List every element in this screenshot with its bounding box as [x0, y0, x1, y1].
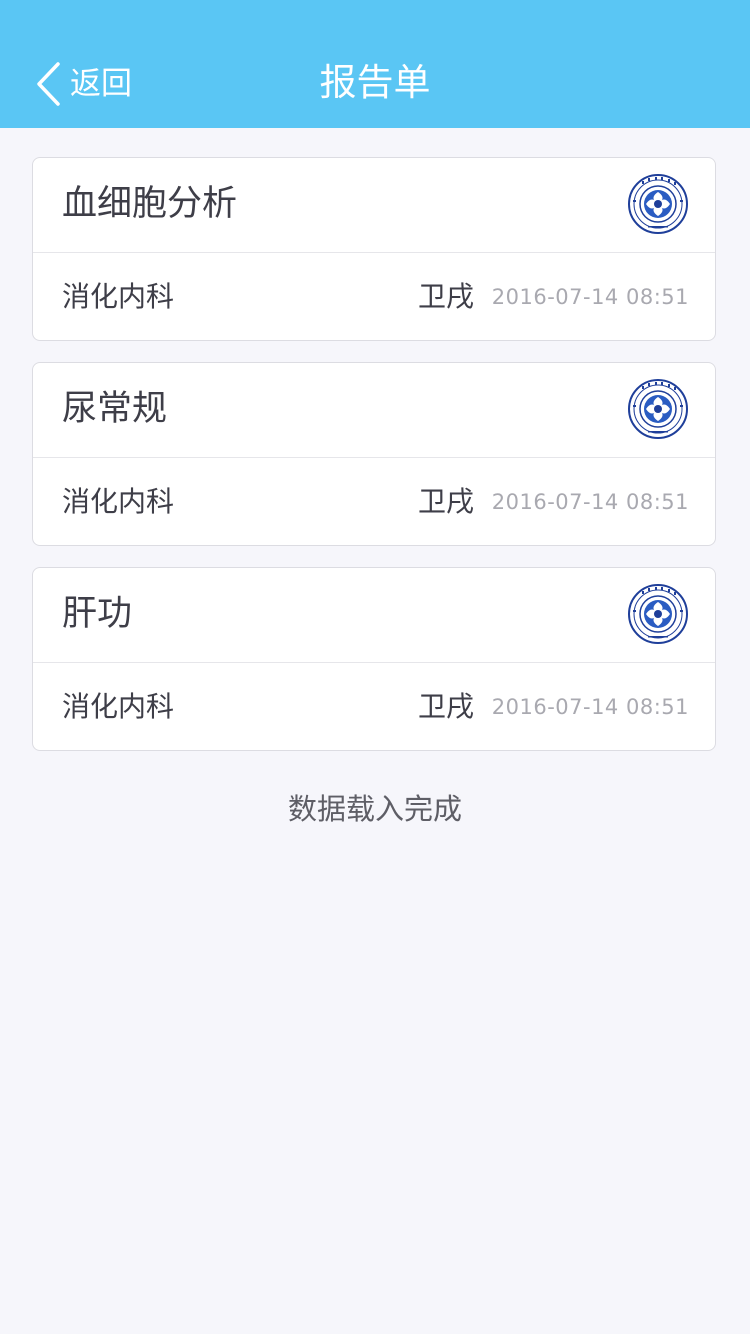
department-label: 消化内科 [62, 485, 175, 518]
report-datetime: 2016-07-14 08:51 [491, 695, 689, 719]
report-card-header: 尿常规 [33, 363, 715, 458]
doctor-name: 卫戌 [418, 690, 475, 723]
report-card[interactable]: 血细胞分析 消化内科 卫戌 2016-07-14 08:51 [32, 157, 716, 341]
report-card-header: 血细胞分析 [33, 158, 715, 253]
page-title: 报告单 [319, 61, 431, 104]
hospital-seal-icon [628, 584, 688, 644]
report-title: 肝功 [62, 594, 133, 634]
report-datetime: 2016-07-14 08:51 [491, 490, 689, 514]
report-title: 尿常规 [62, 389, 168, 429]
doctor-name: 卫戌 [418, 485, 475, 518]
report-datetime: 2016-07-14 08:51 [491, 285, 689, 309]
report-card-details: 消化内科 卫戌 2016-07-14 08:51 [33, 458, 715, 545]
department-label: 消化内科 [62, 280, 175, 313]
department-label: 消化内科 [62, 690, 175, 723]
report-card-details: 消化内科 卫戌 2016-07-14 08:51 [33, 253, 715, 340]
load-status-text: 数据载入完成 [287, 792, 462, 826]
report-card[interactable]: 尿常规 消化内科 卫戌 2016-07-14 08:51 [32, 362, 716, 546]
nav-bar: 返回 报告单 [0, 0, 750, 128]
doctor-name: 卫戌 [418, 280, 475, 313]
hospital-seal-icon [628, 174, 688, 234]
hospital-seal-icon [628, 379, 688, 439]
report-card-header: 肝功 [33, 568, 715, 663]
report-card[interactable]: 肝功 消化内科 卫戌 2016-07-14 08:51 [32, 567, 716, 751]
report-title: 血细胞分析 [62, 184, 238, 224]
report-card-details: 消化内科 卫戌 2016-07-14 08:51 [33, 663, 715, 750]
